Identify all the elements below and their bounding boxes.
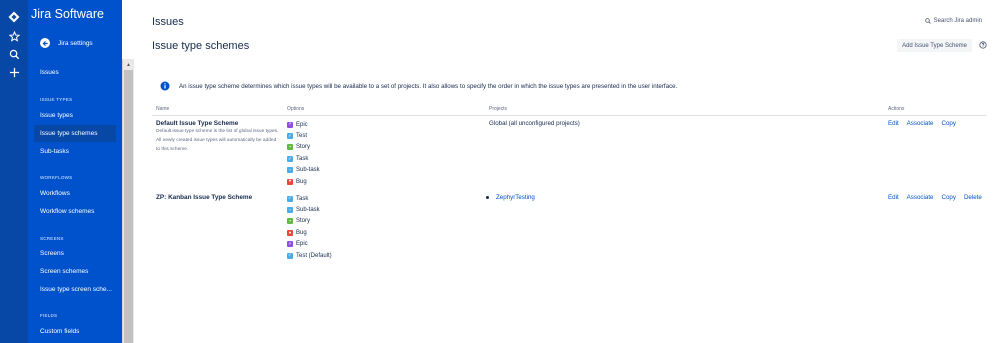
associate-link[interactable]: Associate (907, 120, 934, 127)
edit-link[interactable]: Edit (888, 120, 899, 127)
issue-type-option: ▫ Sub-task (287, 165, 320, 176)
add-issue-type-scheme-button[interactable]: Add Issue Type Scheme (897, 39, 972, 52)
delete-link[interactable]: Delete (964, 194, 982, 201)
sidebar-scrollbar[interactable]: ▲ (122, 59, 134, 343)
issue-type-label: Sub-task (296, 207, 320, 214)
section-heading-issue-types: ISSUE TYPES (40, 97, 73, 102)
task-icon: ✓ (287, 195, 293, 202)
settings-sidebar: Jira Software Jira settings Issues ISSUE… (28, 0, 122, 343)
issue-type-option: ⚡ Epic (287, 239, 332, 250)
issue-type-label: Test (296, 133, 308, 140)
sidebar-item-screens[interactable]: Screens (34, 245, 116, 262)
issue-type-option: ▫ Sub-task (287, 204, 332, 215)
main-content: Issues Issue type schemes Search Jira ad… (134, 0, 998, 343)
task-icon: ✓ (287, 155, 293, 162)
page-kicker: Issues (152, 16, 184, 28)
scrollbar-thumb[interactable] (124, 70, 133, 343)
issue-type-label: Task (296, 195, 309, 202)
column-header-actions: Actions (888, 106, 905, 112)
issue-type-options: ⚡ Epic ✓ Test ▪ Story ✓ Task ▫ Sub-task ● Bug (287, 119, 320, 187)
back-label: Jira settings (58, 39, 93, 47)
project-name: ZephyrTesting (496, 194, 535, 201)
issue-type-options: ✓ Task ▫ Sub-task ▪ Story ● Bug ⚡ Epic ✓ Test (Defa… (287, 193, 332, 261)
issue-type-label: Epic (296, 241, 308, 248)
sidebar-item-screen-schemes[interactable]: Screen schemes (34, 263, 116, 280)
issue-type-option: ✓ Task (287, 153, 320, 164)
sidebar-item-issue-type-schemes[interactable]: Issue type schemes (34, 125, 116, 142)
issue-type-label: Story (296, 218, 311, 225)
sidebar-item-workflows[interactable]: Workflows (34, 185, 116, 202)
issue-type-label: Sub-task (296, 167, 320, 174)
bug-icon: ● (287, 229, 293, 236)
issue-type-option: ✓ Test (Default) (287, 250, 332, 261)
sidebar-item-issues[interactable]: Issues (34, 64, 116, 81)
sidebar-item-issue-type-screen-schemes[interactable]: Issue type screen sche... (34, 281, 116, 298)
sidebar-item-custom-fields[interactable]: Custom fields (34, 323, 116, 340)
section-heading-workflows: WORKFLOWS (40, 175, 73, 180)
column-header-projects: Projects (489, 106, 508, 112)
issue-type-label: Bug (296, 229, 307, 236)
row-actions: Edit Associate Copy (888, 120, 964, 127)
search-icon (924, 18, 931, 24)
back-to-jira-settings[interactable]: Jira settings (40, 38, 93, 48)
test-icon: ✓ (287, 252, 293, 259)
projects-global: Global (all unconfigured projects) (489, 120, 580, 127)
sidebar-item-workflow-schemes[interactable]: Workflow schemes (34, 203, 116, 220)
info-message: An issue type scheme determines which is… (160, 81, 677, 91)
issue-type-label: Test (Default) (296, 252, 332, 259)
sidebar-item-issue-types[interactable]: Issue types (34, 107, 116, 124)
copy-link[interactable]: Copy (942, 120, 956, 127)
create-plus-icon[interactable] (6, 64, 22, 80)
star-icon[interactable] (6, 28, 22, 44)
issue-type-option: ✓ Task (287, 193, 332, 204)
info-icon (160, 81, 170, 91)
help-icon[interactable] (979, 41, 987, 49)
epic-icon: ⚡ (287, 241, 293, 248)
issue-type-option: ✓ Test (287, 130, 320, 141)
story-icon: ▪ (287, 144, 293, 151)
arrow-left-icon (40, 38, 50, 48)
jira-logo-icon[interactable] (6, 9, 22, 25)
page-title: Issue type schemes (152, 40, 250, 52)
test-icon: ✓ (287, 132, 293, 140)
scheme-description: Default issue type scheme is the list of… (156, 129, 279, 152)
row-actions: Edit Associate Copy Delete (888, 194, 990, 201)
product-brand: Jira Software (31, 7, 104, 21)
issue-type-label: Bug (296, 178, 307, 185)
global-nav-rail (0, 0, 28, 343)
issue-type-option: ⚡ Epic (287, 119, 320, 130)
scheme-name: Default Issue Type Scheme (156, 120, 239, 127)
header-divider (152, 115, 986, 116)
search-icon[interactable] (6, 46, 22, 62)
issue-type-label: Story (296, 144, 311, 151)
issue-type-label: Task (296, 155, 309, 162)
subtask-icon: ▫ (287, 207, 293, 214)
subtask-icon: ▫ (287, 167, 293, 174)
associate-link[interactable]: Associate (907, 194, 934, 201)
project-link-zephyrtesting[interactable]: ZephyrTesting (486, 194, 535, 201)
epic-icon: ⚡ (287, 121, 293, 128)
admin-search-label: Search Jira admin (933, 18, 982, 24)
story-icon: ▪ (287, 218, 293, 225)
info-text: An issue type scheme determines which is… (179, 82, 678, 90)
issue-type-option: ▪ Story (287, 216, 332, 227)
section-heading-screens: SCREENS (40, 236, 64, 241)
copy-link[interactable]: Copy (942, 194, 956, 201)
column-header-name: Name (156, 106, 170, 112)
jira-admin-app: Jira Software Jira settings Issues ISSUE… (0, 0, 998, 343)
issue-type-option: ● Bug (287, 227, 332, 238)
scroll-up-arrow-icon[interactable]: ▲ (123, 59, 134, 70)
issue-type-label: Epic (296, 121, 308, 128)
edit-link[interactable]: Edit (888, 194, 899, 201)
sidebar-item-sub-tasks[interactable]: Sub-tasks (34, 143, 116, 160)
bug-icon: ● (287, 178, 293, 185)
bullet-icon (486, 196, 489, 199)
issue-type-option: ▪ Story (287, 142, 320, 153)
column-header-options: Options (287, 106, 305, 112)
admin-search[interactable]: Search Jira admin (924, 18, 982, 24)
issue-type-option: ● Bug (287, 176, 320, 187)
section-heading-fields: FIELDS (40, 313, 58, 318)
scheme-name: ZP: Kanban Issue Type Scheme (156, 194, 253, 201)
